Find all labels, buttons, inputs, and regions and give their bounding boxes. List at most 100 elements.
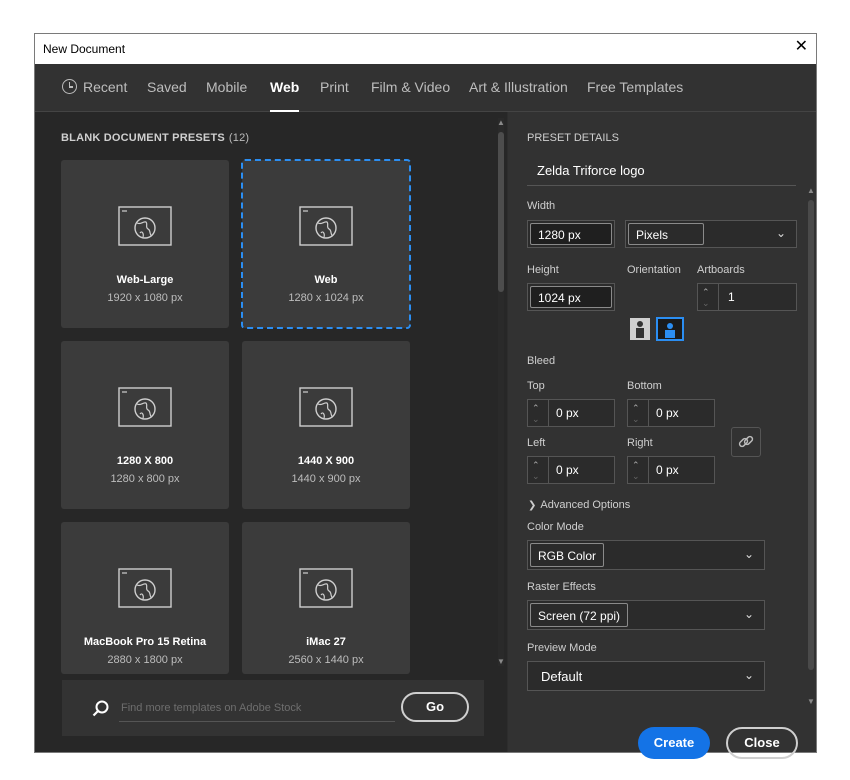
tab-label: Recent [83,79,128,95]
web-preset-icon [299,568,353,608]
web-preset-icon [299,206,353,246]
raster-effects-label: Raster Effects [527,581,596,593]
bleed-right-stepper[interactable]: ⌃ ⌄ 0 px [627,456,715,484]
go-button[interactable]: Go [401,692,469,722]
advanced-options-toggle[interactable]: ❯ Advanced Options [528,499,630,511]
preset-size: 2880 x 1800 px [107,654,183,666]
units-select[interactable]: Pixels ⌄ [625,220,797,248]
chevron-down-icon[interactable]: ⌄ [532,414,540,425]
close-icon[interactable]: ✕ [795,38,808,56]
chevron-up-icon[interactable]: ⌃ [632,460,640,471]
web-preset-icon [118,568,172,608]
preset-size: 1920 x 1080 px [107,292,183,304]
tab-free-templates[interactable]: Free Templates [587,79,683,95]
tab-recent[interactable]: Recent [62,79,127,95]
bleed-right-value: 0 px [656,463,679,477]
tab-mobile[interactable]: Mobile [206,79,247,95]
web-preset-icon [118,206,172,246]
details-scrollbar[interactable]: ▲ ▼ [806,186,816,706]
chevron-down-icon: ⌄ [775,226,786,240]
color-mode-value: RGB Color [530,543,605,567]
scrollbar-thumb[interactable] [498,132,504,292]
bleed-top-stepper-arrows[interactable]: ⌃ ⌄ [528,400,549,426]
chevron-up-icon[interactable]: ⌃ [702,287,710,298]
bleed-bottom-value: 0 px [656,406,679,420]
presets-panel: BLANK DOCUMENT PRESETS (12) Web-Large 192… [35,112,507,752]
preset-size: 1280 x 1024 px [288,292,364,304]
raster-effects-select[interactable]: Screen (72 ppi) ⌄ [527,600,765,630]
bleed-top-value: 0 px [556,406,579,420]
chevron-down-icon: ⌄ [743,547,754,561]
tab-film-video[interactable]: Film & Video [371,79,450,95]
bleed-bottom-stepper-arrows[interactable]: ⌃ ⌄ [628,400,649,426]
height-label: Height [527,264,559,276]
width-field[interactable]: 1280 px [527,220,615,248]
preset-card-macbook-pro[interactable]: MacBook Pro 15 Retina 2880 x 1800 px [61,522,229,674]
bleed-bottom-stepper[interactable]: ⌃ ⌄ 0 px [627,399,715,427]
chevron-up-icon[interactable]: ⌃ [532,460,540,471]
chevron-down-icon[interactable]: ⌄ [632,471,640,482]
tab-saved[interactable]: Saved [147,79,187,95]
presets-heading: BLANK DOCUMENT PRESETS (12) [61,132,249,144]
chevron-down-icon[interactable]: ⌄ [702,298,710,309]
preset-card-web[interactable]: Web 1280 x 1024 px [241,159,411,329]
raster-effects-value: Screen (72 ppi) [530,603,629,627]
preset-card-1440x900[interactable]: 1440 X 900 1440 x 900 px [242,341,410,509]
color-mode-label: Color Mode [527,521,584,533]
create-button[interactable]: Create [638,727,710,759]
preset-name: 1280 X 800 [116,455,174,467]
preset-size: 2560 x 1440 px [288,654,364,666]
orientation-label: Orientation [627,264,681,276]
close-button[interactable]: Close [726,727,798,759]
link-icon [738,435,754,448]
tab-web[interactable]: Web [270,79,300,112]
preset-card-imac-27[interactable]: iMac 27 2560 x 1440 px [242,522,410,674]
presets-scrollbar[interactable]: ▲ ▼ [497,118,505,666]
width-value: 1280 px [530,223,612,245]
chevron-down-icon[interactable]: ⌄ [632,414,640,425]
scroll-down-icon[interactable]: ▼ [497,657,505,666]
bleed-right-label: Right [627,437,653,449]
chevron-down-icon: ⌄ [743,668,754,682]
scrollbar-thumb[interactable] [808,200,814,670]
preset-name: iMac 27 [306,636,346,648]
web-preset-icon [118,387,172,427]
artboards-stepper-arrows[interactable]: ⌃ ⌄ [698,284,719,310]
preset-card-web-large[interactable]: Web-Large 1920 x 1080 px [61,160,229,328]
units-value: Pixels [628,223,704,245]
scroll-down-icon[interactable]: ▼ [807,697,815,706]
height-field[interactable]: 1024 px [527,283,615,311]
document-name-value: Zelda Triforce logo [537,163,645,178]
bleed-left-stepper[interactable]: ⌃ ⌄ 0 px [527,456,615,484]
preset-card-1280x800[interactable]: 1280 X 800 1280 x 800 px [61,341,229,509]
stock-search-input[interactable] [119,695,395,722]
chevron-up-icon[interactable]: ⌃ [632,403,640,414]
dialog-title: New Document [43,42,126,56]
scroll-up-icon[interactable]: ▲ [497,118,505,127]
bleed-top-label: Top [527,380,545,392]
bleed-left-value: 0 px [556,463,579,477]
chevron-up-icon[interactable]: ⌃ [532,403,540,414]
artboards-stepper[interactable]: ⌃ ⌄ 1 [697,283,797,311]
document-name-field[interactable]: Zelda Triforce logo [527,157,796,186]
height-value: 1024 px [530,286,612,308]
color-mode-select[interactable]: RGB Color ⌄ [527,540,765,570]
bleed-right-stepper-arrows[interactable]: ⌃ ⌄ [628,457,649,483]
bleed-top-stepper[interactable]: ⌃ ⌄ 0 px [527,399,615,427]
scroll-up-icon[interactable]: ▲ [807,186,815,195]
artboards-label: Artboards [697,264,745,276]
landscape-orientation-icon[interactable] [656,317,684,341]
tab-print[interactable]: Print [320,79,349,95]
portrait-orientation-icon[interactable] [629,317,651,341]
advanced-options-label: Advanced Options [540,499,631,511]
preset-name: MacBook Pro 15 Retina [83,636,207,648]
bleed-left-stepper-arrows[interactable]: ⌃ ⌄ [528,457,549,483]
bleed-bottom-label: Bottom [627,380,662,392]
preview-mode-select[interactable]: Default ⌄ [527,661,765,691]
tab-art-illustration[interactable]: Art & Illustration [469,79,568,95]
preset-name: Web-Large [116,274,174,286]
web-preset-icon [299,387,353,427]
new-document-dialog: New Document ✕ Recent Saved Mobile Web P… [34,33,817,759]
link-bleed-button[interactable] [731,427,761,457]
chevron-down-icon[interactable]: ⌄ [532,471,540,482]
